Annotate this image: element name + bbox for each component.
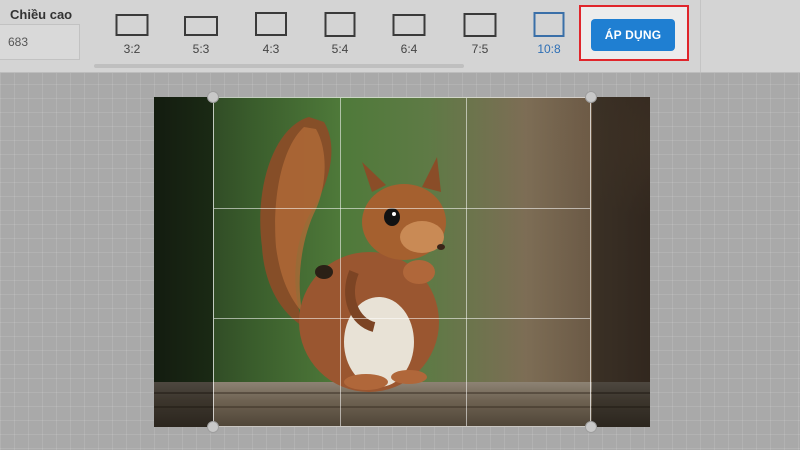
ratio-option-6-4[interactable]: 6:4 (384, 12, 434, 62)
crop-grid-line (214, 208, 590, 209)
apply-button[interactable]: ÁP DỤNG (591, 19, 675, 51)
ratio-label: 5:4 (331, 42, 349, 56)
crop-grid-line (466, 98, 467, 426)
ratio-5-4-icon (324, 12, 356, 37)
crop-handle-bottom-right[interactable] (585, 421, 597, 433)
ratio-scrollbar[interactable] (94, 64, 464, 68)
ratio-label: 10:8 (537, 42, 561, 56)
crop-shade-right (592, 97, 650, 427)
ratio-6-4-icon (392, 14, 426, 36)
apply-highlight-frame: ÁP DỤNG (579, 5, 689, 61)
crop-handle-top-right[interactable] (585, 91, 597, 103)
height-input[interactable]: 683 (0, 24, 80, 60)
crop-selection-box[interactable] (207, 91, 597, 433)
crop-handle-bottom-left[interactable] (207, 421, 219, 433)
ratio-option-3-2[interactable]: 3:2 (107, 12, 157, 62)
ratio-3-2-icon (115, 14, 149, 36)
aspect-ratio-strip: 3:2 5:3 4:3 5:4 6:4 7:5 10:8 (94, 0, 574, 72)
ratio-option-4-3[interactable]: 4:3 (246, 12, 296, 62)
ratio-label: 3:2 (123, 42, 141, 56)
ratio-option-7-5[interactable]: 7:5 (455, 12, 505, 62)
crop-grid-line (340, 98, 341, 426)
ratio-10-8-icon (533, 12, 565, 37)
ratio-7-5-icon (463, 13, 497, 37)
height-panel: Chiều cao 683 (0, 0, 92, 72)
ratio-label: 4:3 (262, 42, 280, 56)
ratio-label: 6:4 (400, 42, 418, 56)
ratio-label: 5:3 (192, 42, 210, 56)
ratio-option-5-4[interactable]: 5:4 (315, 12, 365, 62)
height-label: Chiều cao (10, 7, 73, 22)
crop-toolbar: Chiều cao 683 3:2 5:3 4:3 5:4 6:4 7:5 10… (0, 0, 800, 73)
ratio-4-3-icon (255, 12, 287, 36)
ratio-label: 7:5 (471, 42, 489, 56)
ratio-5-3-icon (184, 16, 218, 36)
crop-handle-top-left[interactable] (207, 91, 219, 103)
crop-shade-left (154, 97, 213, 427)
ratio-option-10-8[interactable]: 10:8 (524, 12, 574, 62)
toolbar-divider (700, 0, 701, 72)
ratio-option-5-3[interactable]: 5:3 (176, 12, 226, 62)
crop-grid-line (214, 318, 590, 319)
